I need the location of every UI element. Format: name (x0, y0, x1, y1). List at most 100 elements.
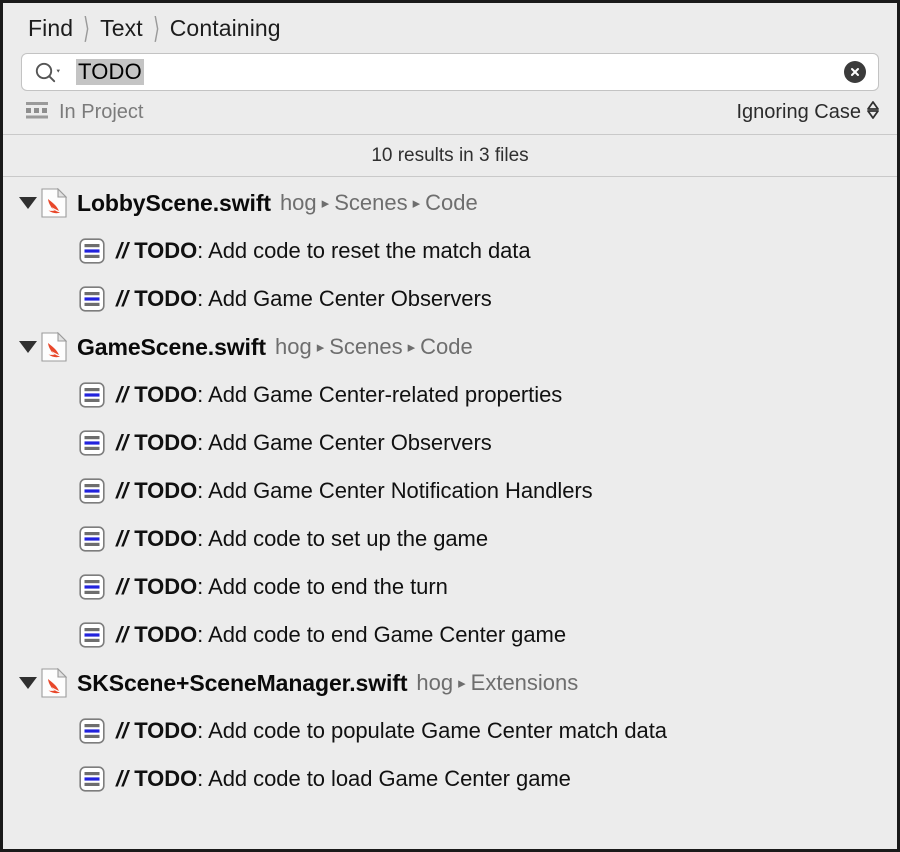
scope-row: In Project Ignoring Case (3, 91, 897, 135)
search-result-row[interactable]: // TODO: Add code to end Game Center gam… (3, 611, 897, 659)
code-line-icon (79, 718, 105, 744)
find-navigator-panel: Find ⟩ Text ⟩ Containing TODO In Project… (0, 0, 900, 852)
results-list[interactable]: LobbyScene.swift hog ▸ Scenes ▸ Code// TODO: … (3, 177, 897, 849)
search-result-row[interactable]: // TODO: Add code to set up the game (3, 515, 897, 563)
path-separator-icon: ▸ (407, 339, 416, 356)
code-line-icon (79, 430, 105, 456)
match-remainder: : Add code to end Game Center game (197, 622, 567, 647)
match-remainder: : Add code to set up the game (197, 526, 489, 551)
search-result-text: // TODO: Add Game Center Observers (116, 286, 492, 312)
match-keyword: TODO (134, 766, 198, 791)
code-line-icon (79, 478, 105, 504)
disclosure-triangle-open-icon[interactable] (15, 197, 41, 209)
search-result-row[interactable]: // TODO: Add code to reset the match dat… (3, 227, 897, 275)
match-keyword: TODO (134, 430, 198, 455)
match-remainder: : Add Game Center Observers (197, 430, 492, 455)
search-result-row[interactable]: // TODO: Add Game Center-related propert… (3, 371, 897, 419)
match-remainder: : Add code to end the turn (197, 574, 448, 599)
scope-label: In Project (59, 101, 144, 123)
code-line-icon (79, 382, 105, 408)
search-result-text: // TODO: Add code to end the turn (116, 574, 448, 600)
match-keyword: TODO (134, 286, 198, 311)
code-line-icon (79, 766, 105, 792)
file-name: GameScene.swift (77, 333, 266, 360)
search-result-row[interactable]: // TODO: Add Game Center Notification Ha… (3, 467, 897, 515)
search-icon[interactable] (34, 61, 64, 83)
search-result-text: // TODO: Add code to load Game Center ga… (116, 766, 571, 792)
file-path-segment: hog (416, 670, 454, 695)
match-remainder: : Add Game Center Observers (197, 286, 492, 311)
match-keyword: TODO (134, 238, 198, 263)
comment-prefix: // (116, 622, 129, 647)
match-keyword: TODO (134, 478, 198, 503)
comment-prefix: // (116, 526, 129, 551)
match-remainder: : Add code to populate Game Center match… (197, 718, 667, 743)
code-line-icon (79, 526, 105, 552)
file-path: hog ▸ Scenes ▸ Code (275, 334, 473, 360)
match-keyword: TODO (134, 622, 198, 647)
search-result-text: // TODO: Add code to set up the game (116, 526, 488, 552)
project-scope-icon (25, 101, 49, 124)
search-input-value: TODO (76, 59, 144, 85)
match-keyword: TODO (134, 574, 198, 599)
search-row: TODO (3, 53, 897, 91)
results-count-label: 10 results in 3 files (371, 144, 529, 166)
match-keyword: TODO (134, 718, 198, 743)
file-path-segment: Extensions (470, 670, 579, 695)
comment-prefix: // (116, 478, 129, 503)
code-line-icon (79, 574, 105, 600)
comment-prefix: // (116, 718, 129, 743)
search-result-text: // TODO: Add code to end Game Center gam… (116, 622, 566, 648)
search-result-row[interactable]: // TODO: Add code to load Game Center ga… (3, 755, 897, 803)
search-result-text: // TODO: Add Game Center Notification Ha… (116, 478, 593, 504)
file-name: SKScene+SceneManager.swift (77, 669, 408, 696)
file-path-segment: Scenes (334, 190, 408, 215)
search-result-row[interactable]: // TODO: Add Game Center Observers (3, 419, 897, 467)
file-group-header[interactable]: LobbyScene.swift hog ▸ Scenes ▸ Code (3, 179, 897, 227)
file-path: hog ▸ Extensions (416, 670, 578, 696)
breadcrumb: Find ⟩ Text ⟩ Containing (3, 3, 897, 53)
match-remainder: : Add Game Center-related properties (197, 382, 563, 407)
file-group-header[interactable]: GameScene.swift hog ▸ Scenes ▸ Code (3, 323, 897, 371)
chevron-up-down-icon (865, 98, 881, 127)
comment-prefix: // (116, 430, 129, 455)
search-result-text: // TODO: Add Game Center-related propert… (116, 382, 562, 408)
disclosure-triangle-open-icon[interactable] (15, 677, 41, 689)
comment-prefix: // (116, 238, 129, 263)
search-result-text: // TODO: Add code to populate Game Cente… (116, 718, 667, 744)
code-line-icon (79, 238, 105, 264)
search-result-row[interactable]: // TODO: Add Game Center Observers (3, 275, 897, 323)
search-input[interactable]: TODO (21, 53, 879, 91)
match-keyword: TODO (134, 526, 198, 551)
file-name: LobbyScene.swift (77, 189, 271, 216)
file-path-segment: hog (274, 334, 312, 359)
search-result-row[interactable]: // TODO: Add code to end the turn (3, 563, 897, 611)
match-remainder: : Add code to reset the match data (197, 238, 531, 263)
scope-selector[interactable]: In Project (25, 101, 143, 124)
breadcrumb-separator-icon: ⟩ (152, 11, 160, 44)
match-remainder: : Add code to load Game Center game (197, 766, 571, 791)
file-path-segment: hog (279, 190, 317, 215)
file-group-header[interactable]: SKScene+SceneManager.swift hog ▸ Extensions (3, 659, 897, 707)
file-path-segment: Code (425, 190, 478, 215)
file-path-segment: Scenes (329, 334, 403, 359)
breadcrumb-item-containing[interactable]: Containing (170, 15, 281, 42)
search-result-row[interactable]: // TODO: Add code to populate Game Cente… (3, 707, 897, 755)
match-keyword: TODO (134, 382, 198, 407)
swift-file-icon (41, 332, 67, 362)
path-separator-icon: ▸ (458, 675, 466, 692)
clear-search-icon[interactable] (844, 61, 866, 83)
case-sensitivity-selector[interactable]: Ignoring Case (736, 98, 881, 127)
search-result-text: // TODO: Add code to reset the match dat… (116, 238, 531, 264)
swift-file-icon (41, 188, 67, 218)
results-summary-bar: 10 results in 3 files (3, 135, 897, 177)
file-path: hog ▸ Scenes ▸ Code (280, 190, 478, 216)
path-separator-icon: ▸ (316, 339, 325, 356)
breadcrumb-item-text[interactable]: Text (100, 15, 143, 42)
breadcrumb-item-find[interactable]: Find (28, 15, 73, 42)
path-separator-icon: ▸ (321, 195, 330, 212)
match-remainder: : Add Game Center Notification Handlers (197, 478, 593, 503)
disclosure-triangle-open-icon[interactable] (15, 341, 41, 353)
case-sensitivity-label: Ignoring Case (736, 101, 861, 123)
path-separator-icon: ▸ (412, 195, 421, 212)
